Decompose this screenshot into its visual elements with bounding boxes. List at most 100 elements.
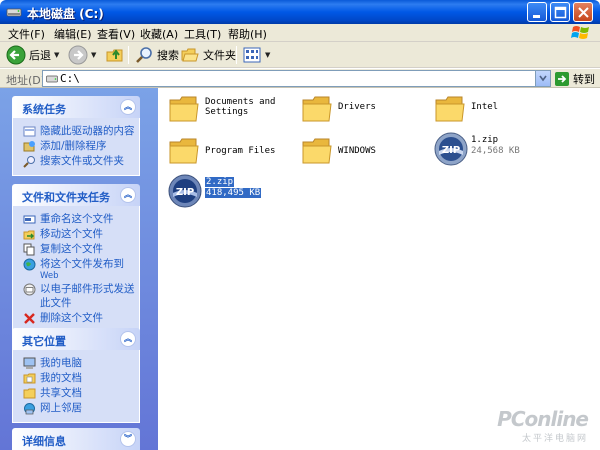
hide-contents-icon [23,126,36,137]
task-label: 将这个文件发布到 [40,258,124,270]
folder-icon [302,96,332,122]
search-icon [136,47,152,63]
up-folder-icon [106,49,123,62]
network-places-icon [24,403,35,415]
menu-file[interactable]: 文件(F) [8,26,45,42]
collapse-icon[interactable]: ︽ [120,99,136,115]
task-copy[interactable]: 复制这个文件 [23,242,135,256]
close-button[interactable] [573,2,593,22]
item-name: Drivers [338,102,376,112]
place-network[interactable]: 网上邻居 [23,401,135,415]
zip-file-item-selected[interactable]: ZIP 2.zip 418,495 KB [160,174,290,214]
details-header[interactable]: 详细信息 ︾ [12,428,140,450]
go-label: 转到 [573,72,595,86]
menu-help[interactable]: 帮助(H) [228,26,267,42]
file-list[interactable]: Documents and Settings Drivers Intel Pro… [158,88,600,450]
svg-text:ZIP: ZIP [442,145,460,156]
watermark-logo: PConline 太平洋电脑网 [497,407,589,444]
watermark-main: PConline [497,407,589,431]
place-my-computer[interactable]: 我的电脑 [23,356,135,370]
address-input[interactable]: C:\ [42,70,551,87]
folder-item[interactable]: Documents and Settings [160,94,290,134]
up-folder-button[interactable] [105,44,125,66]
task-add-remove-programs[interactable]: 添加/删除程序 [23,139,135,153]
forward-arrow-icon [68,45,88,65]
copy-icon [23,243,35,256]
folders-button[interactable]: 文件夹 [180,44,236,66]
back-dropdown-icon[interactable]: ▼ [54,51,59,59]
task-label: 搜索文件或文件夹 [40,155,124,167]
rename-icon [23,215,36,224]
place-shared-documents[interactable]: 共享文档 [23,386,135,400]
place-label: 共享文档 [40,387,82,399]
task-label: 添加/删除程序 [40,140,107,152]
item-name: WINDOWS [338,146,376,156]
collapse-icon[interactable]: ︽ [120,331,136,347]
search-button[interactable]: 搜索 [134,44,179,66]
minimize-button[interactable] [527,2,547,22]
menu-favorites[interactable]: 收藏(A) [140,26,178,42]
task-search-files[interactable]: 搜索文件或文件夹 [23,154,135,168]
explorer-window: 本地磁盘 (C:) 文件(F) 编辑(E) 查看(V) 收藏(A) 工具(T) … [0,0,600,450]
file-tasks-header[interactable]: 文件和文件夹任务 ︽ [12,184,140,206]
menu-view[interactable]: 查看(V) [97,26,135,42]
task-label: 复制这个文件 [40,243,103,255]
item-name: Program Files [205,146,276,156]
address-dropdown-button[interactable] [535,71,550,86]
svg-text:ZIP: ZIP [176,187,194,198]
task-label: 隐藏此驱动器的内容 [40,125,135,137]
details-panel: 详细信息 ︾ [12,428,140,450]
folder-item[interactable]: Intel [426,94,556,134]
task-email[interactable]: 以电子邮件形式发送 此文件 [23,282,135,310]
item-size: 418,495 KB [205,188,262,198]
maximize-button[interactable] [550,2,570,22]
forward-dropdown-icon[interactable]: ▼ [91,51,96,59]
task-publish-web[interactable]: 将这个文件发布到 Web [23,257,135,281]
other-places-title: 其它位置 [22,335,66,348]
other-places-header[interactable]: 其它位置 ︽ [12,328,140,350]
folder-icon [169,138,199,164]
zip-file-item[interactable]: ZIP 1.zip 24,568 KB [426,132,556,172]
other-places-body: 我的电脑 我的文档 共享文档 网上邻居 [12,350,140,423]
toolbar-separator [236,46,237,64]
menu-tools[interactable]: 工具(T) [184,26,221,42]
delete-icon [24,313,35,324]
windows-logo-icon [571,26,589,39]
system-tasks-body: 隐藏此驱动器的内容 添加/删除程序 搜索文件或文件夹 [12,118,140,176]
task-hide-contents[interactable]: 隐藏此驱动器的内容 [23,124,135,138]
menu-edit[interactable]: 编辑(E) [54,26,92,42]
folders-icon [181,48,199,62]
zip-archive-icon: ZIP [168,174,202,208]
task-rename[interactable]: 重命名这个文件 [23,212,135,226]
views-button[interactable]: ▼ [242,44,270,66]
item-name: 1.zip [471,135,499,145]
back-button[interactable]: 后退 ▼ [6,44,59,66]
expand-icon[interactable]: ︾ [120,431,136,447]
system-tasks-header[interactable]: 系统任务 ︽ [12,96,140,118]
task-move[interactable]: 移动这个文件 [23,227,135,241]
folder-icon [302,138,332,164]
go-button[interactable]: 转到 [555,70,595,87]
maximize-icon [554,6,567,19]
forward-button[interactable]: ▼ [68,44,96,66]
back-arrow-icon [6,45,26,65]
collapse-icon[interactable]: ︽ [120,187,136,203]
task-label-continued: 此文件 [40,297,72,309]
drive-icon [46,75,58,83]
close-icon [578,7,589,18]
details-title: 详细信息 [22,435,66,448]
other-places-panel: 其它位置 ︽ 我的电脑 我的文档 共享文档 网上邻居 [12,328,140,423]
publish-web-icon [23,258,36,271]
place-my-documents[interactable]: 我的文档 [23,371,135,385]
folder-item[interactable]: Drivers [293,94,423,134]
folder-item[interactable]: Program Files [160,136,290,176]
title-bar[interactable]: 本地磁盘 (C:) [0,0,600,24]
place-label: 网上邻居 [40,402,82,414]
views-dropdown-icon[interactable]: ▼ [265,51,270,59]
views-icon [243,47,261,63]
folder-item[interactable]: WINDOWS [293,136,423,176]
my-computer-icon [23,357,36,369]
zip-archive-icon: ZIP [434,132,468,166]
task-sublabel: Web [40,271,59,281]
task-delete[interactable]: 删除这个文件 [23,311,135,325]
